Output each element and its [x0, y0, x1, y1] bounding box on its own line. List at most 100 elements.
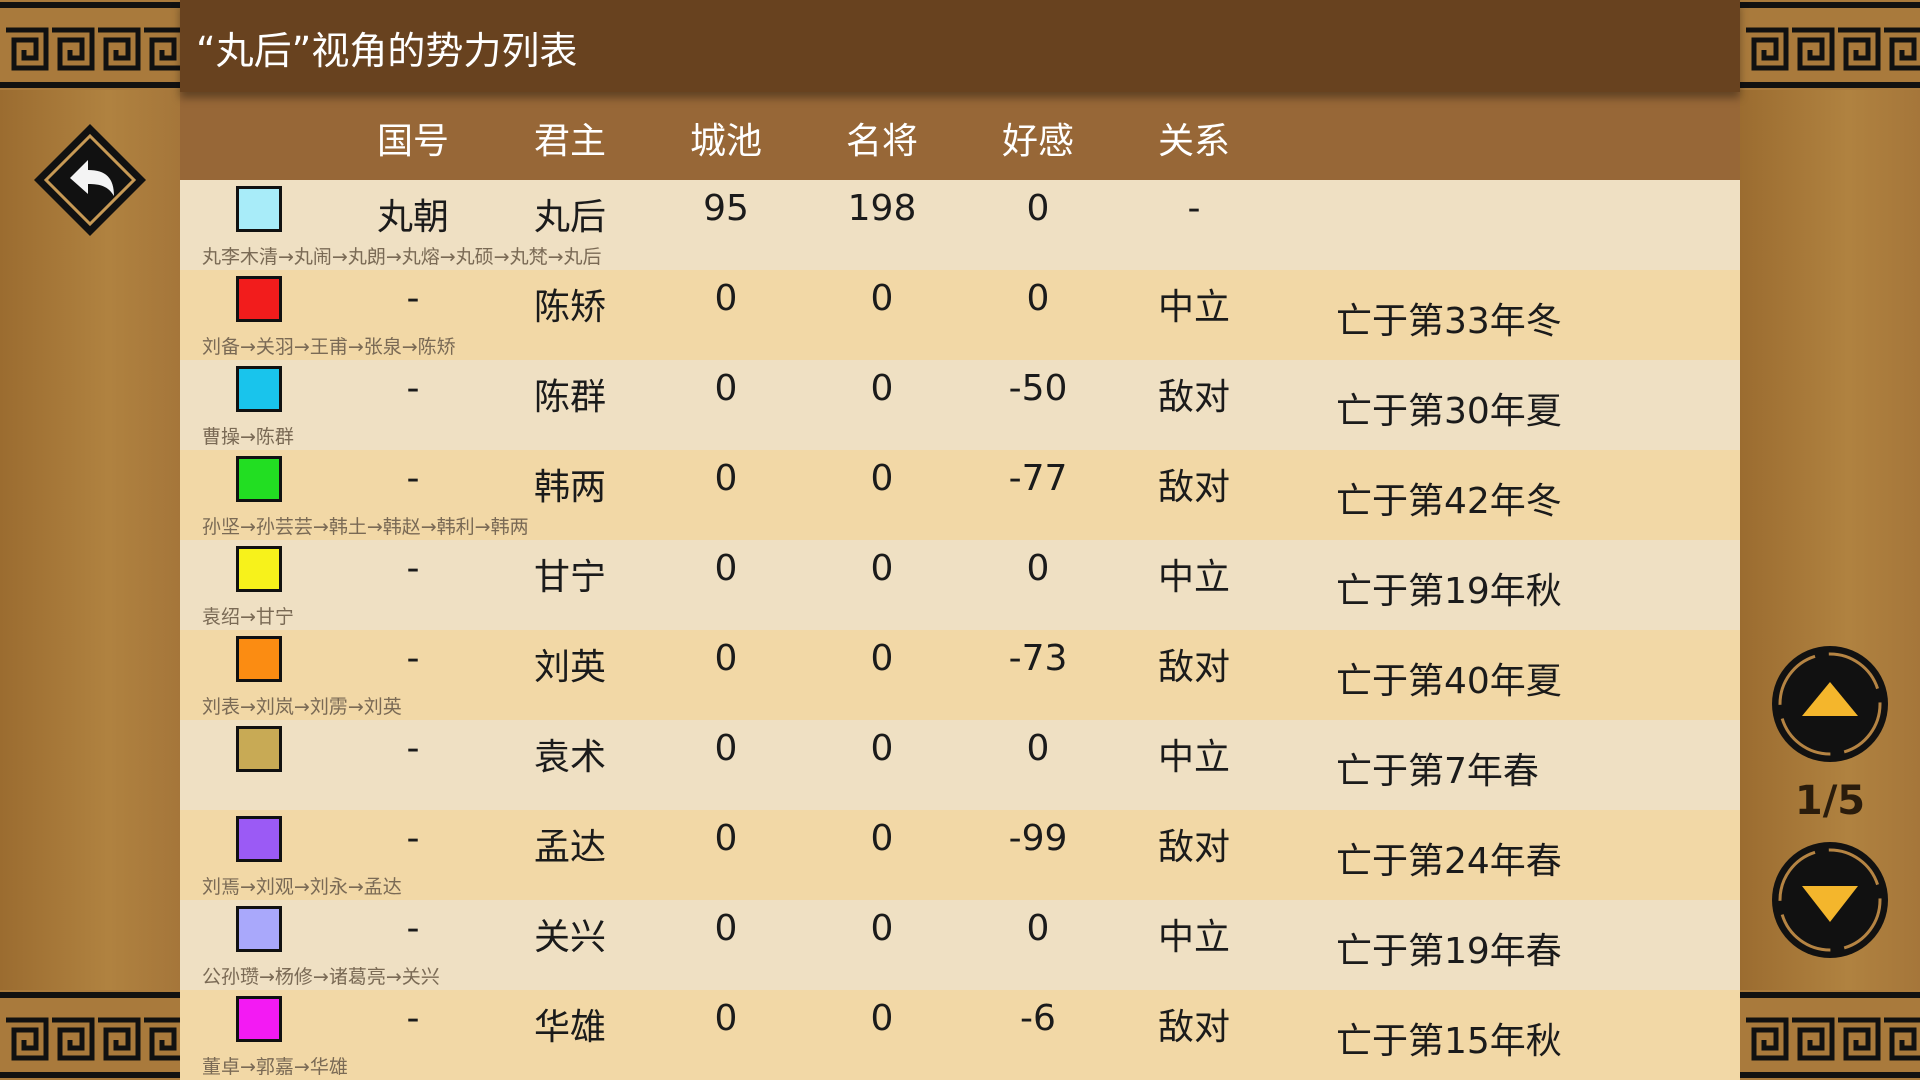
- favor-cell: 0: [1026, 908, 1050, 949]
- table-row[interactable]: - 陈群 0 0 -50 敌对 亡于第30年夏 曹操→陈群: [180, 360, 1740, 450]
- status-cell: 亡于第33年冬: [1336, 301, 1562, 342]
- faction-color-swatch: [236, 186, 282, 232]
- lineage-text: 曹操→陈群: [202, 426, 294, 448]
- cities-cell: 95: [703, 188, 749, 229]
- ruler-cell: 孟达: [533, 827, 606, 868]
- favor-cell: -99: [1008, 818, 1068, 859]
- lineage-text: 袁绍→甘宁: [202, 606, 294, 628]
- relation-cell: 中立: [1157, 287, 1230, 328]
- column-header-favor: 好感: [1001, 121, 1074, 162]
- generals-cell: 0: [870, 368, 894, 409]
- nation-cell: -: [406, 818, 420, 859]
- faction-color-swatch: [236, 906, 282, 952]
- relation-cell: 敌对: [1157, 647, 1230, 688]
- relation-cell: 中立: [1157, 917, 1230, 958]
- title-bar: “丸后”视角的势力列表: [180, 0, 1740, 92]
- status-cell: 亡于第19年春: [1336, 931, 1562, 972]
- lineage-text: 丸李木清→丸闹→丸朗→丸熔→丸硕→丸梵→丸后: [202, 246, 602, 268]
- favor-cell: 0: [1026, 728, 1050, 769]
- faction-color-swatch: [236, 456, 282, 502]
- ruler-cell: 刘英: [533, 647, 606, 688]
- cities-cell: 0: [714, 998, 738, 1039]
- table-row[interactable]: - 韩两 0 0 -77 敌对 亡于第42年冬 孙坚→孙芸芸→韩土→韩赵→韩利→韩两: [180, 450, 1740, 540]
- cities-cell: 0: [714, 458, 738, 499]
- generals-cell: 198: [847, 188, 917, 229]
- page-indicator: 1/5: [1794, 778, 1866, 824]
- cities-cell: 0: [714, 908, 738, 949]
- status-cell: 亡于第15年秋: [1336, 1021, 1562, 1062]
- relation-cell: 敌对: [1157, 1007, 1230, 1048]
- nation-cell: -: [406, 548, 420, 589]
- favor-cell: -6: [1020, 998, 1056, 1039]
- relation-cell: 中立: [1157, 557, 1230, 598]
- ruler-cell: 关兴: [533, 917, 606, 958]
- greek-key-ornament-icon: [1740, 0, 1920, 90]
- cities-cell: 0: [714, 548, 738, 589]
- relation-cell: 敌对: [1157, 827, 1230, 868]
- lineage-text: 刘表→刘岚→刘雳→刘英: [202, 696, 402, 718]
- generals-cell: 0: [870, 998, 894, 1039]
- nation-cell: -: [406, 908, 420, 949]
- greek-key-ornament-icon: [0, 0, 180, 90]
- column-header-cities: 城池: [689, 121, 762, 162]
- generals-cell: 0: [870, 458, 894, 499]
- status-cell: 亡于第24年春: [1336, 841, 1562, 882]
- faction-color-swatch: [236, 276, 282, 322]
- faction-color-swatch: [236, 366, 282, 412]
- generals-cell: 0: [870, 818, 894, 859]
- table-row[interactable]: - 袁术 0 0 0 中立 亡于第7年春: [180, 720, 1740, 810]
- lineage-text: 孙坚→孙芸芸→韩土→韩赵→韩利→韩两: [202, 516, 529, 538]
- down-arrow-icon: [1772, 842, 1888, 958]
- table-row[interactable]: - 华雄 0 0 -6 敌对 亡于第15年秋 董卓→郭嘉→华雄: [180, 990, 1740, 1080]
- table-row[interactable]: - 孟达 0 0 -99 敌对 亡于第24年春 刘焉→刘观→刘永→孟达: [180, 810, 1740, 900]
- table-row[interactable]: - 关兴 0 0 0 中立 亡于第19年春公孙瓒→杨修→诸葛亮→关兴: [180, 900, 1740, 990]
- page-title: “丸后”视角的势力列表: [196, 29, 578, 73]
- lineage-text: 公孙瓒→杨修→诸葛亮→关兴: [202, 966, 440, 988]
- table-header: 国号 君主 城池 名将 好感 关系: [180, 92, 1740, 180]
- relation-cell: 中立: [1157, 737, 1230, 778]
- generals-cell: 0: [870, 638, 894, 679]
- nation-cell: -: [406, 998, 420, 1039]
- lineage-text: 董卓→郭嘉→华雄: [202, 1056, 348, 1078]
- ruler-cell: 袁术: [533, 737, 606, 778]
- favor-cell: 0: [1026, 188, 1050, 229]
- status-cell: 亡于第42年冬: [1336, 481, 1562, 522]
- faction-color-swatch: [236, 726, 282, 772]
- lineage-text: 刘备→关羽→王甫→张泉→陈矫: [202, 336, 456, 358]
- table-row[interactable]: - 刘英 0 0 -73 敌对 亡于第40年夏 刘表→刘岚→刘雳→刘英: [180, 630, 1740, 720]
- ruler-cell: 丸后: [533, 197, 606, 238]
- favor-cell: -73: [1008, 638, 1068, 679]
- faction-color-swatch: [236, 636, 282, 682]
- column-header-generals: 名将: [845, 121, 918, 162]
- status-cell: 亡于第40年夏: [1336, 661, 1562, 702]
- column-header-relation: 关系: [1157, 121, 1230, 162]
- generals-cell: 0: [870, 278, 894, 319]
- favor-cell: 0: [1026, 278, 1050, 319]
- ruler-cell: 陈矫: [533, 287, 606, 328]
- nation-cell: -: [406, 368, 420, 409]
- status-cell: 亡于第19年秋: [1336, 571, 1562, 612]
- ruler-cell: 甘宁: [533, 557, 606, 598]
- relation-cell: 敌对: [1157, 467, 1230, 508]
- nation-cell: -: [406, 728, 420, 769]
- relation-cell: -: [1187, 188, 1201, 229]
- page-down-button[interactable]: [1770, 840, 1890, 960]
- page-up-button[interactable]: [1770, 644, 1890, 764]
- generals-cell: 0: [870, 548, 894, 589]
- table-row[interactable]: - 陈矫 0 0 0 中立 亡于第33年冬 刘备→关羽→王甫→张泉→陈矫: [180, 270, 1740, 360]
- nation-cell: -: [406, 458, 420, 499]
- back-button[interactable]: [30, 120, 150, 240]
- status-cell: 亡于第30年夏: [1336, 391, 1562, 432]
- generals-cell: 0: [870, 908, 894, 949]
- column-header-nation: 国号: [376, 121, 449, 162]
- nation-cell: -: [406, 638, 420, 679]
- nation-cell: 丸朝: [376, 197, 449, 238]
- faction-color-swatch: [236, 816, 282, 862]
- greek-key-ornament-icon: [1740, 990, 1920, 1080]
- table-row[interactable]: 丸朝 丸后 95 198 0 - 丸李木清→丸闹→丸朗→丸熔→丸硕→丸梵→丸后: [180, 180, 1740, 270]
- lineage-text: 刘焉→刘观→刘永→孟达: [202, 876, 402, 898]
- faction-color-swatch: [236, 996, 282, 1042]
- table-row[interactable]: - 甘宁 0 0 0 中立 亡于第19年秋袁绍→甘宁: [180, 540, 1740, 630]
- greek-key-ornament-icon: [0, 990, 180, 1080]
- favor-cell: 0: [1026, 548, 1050, 589]
